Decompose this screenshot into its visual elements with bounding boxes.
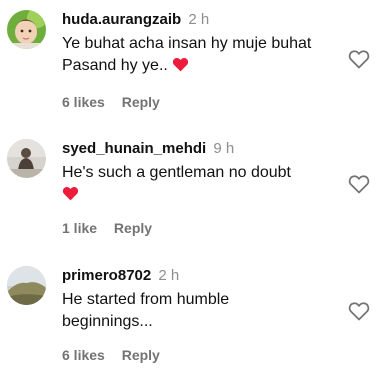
like-button[interactable] (348, 174, 370, 194)
reply-button[interactable]: Reply (122, 346, 160, 364)
red-heart-emoji (173, 57, 189, 72)
comment-text: He's such a gentleman no doubt (62, 162, 332, 206)
like-button[interactable] (348, 301, 370, 321)
timestamp: 2 h (158, 267, 180, 284)
comment-body: He started from humble beginnings... (62, 291, 230, 330)
heart-outline-icon (348, 175, 370, 194)
avatar[interactable] (7, 10, 46, 49)
username[interactable]: syed_hunain_mehdi (62, 140, 206, 157)
comment-header: huda.aurangzaib 2 h (62, 10, 209, 30)
comment-meta: 6 likes Reply (62, 93, 160, 111)
red-heart-emoji (62, 186, 79, 201)
timestamp: 2 h (188, 11, 210, 28)
reply-button[interactable]: Reply (114, 219, 152, 237)
comment-body: He's such a gentleman no doubt (62, 164, 291, 181)
comment-header: syed_hunain_mehdi 9 h (62, 139, 234, 159)
username[interactable]: primero8702 (62, 267, 151, 284)
like-button[interactable] (348, 49, 370, 69)
comment-text: Ye buhat acha insan hy muje buhat Pasand… (62, 33, 332, 77)
likes-count[interactable]: 1 like (62, 219, 97, 237)
comment-item: huda.aurangzaib 2 h Ye buhat acha insan … (0, 10, 383, 114)
heart-outline-icon (348, 50, 370, 69)
comment-meta: 6 likes Reply (62, 346, 160, 364)
avatar[interactable] (7, 139, 46, 178)
likes-count[interactable]: 6 likes (62, 93, 105, 111)
username[interactable]: huda.aurangzaib (62, 11, 181, 28)
timestamp: 9 h (213, 140, 235, 157)
comment-item: primero8702 2 h He started from humble b… (0, 266, 383, 366)
comment-item: syed_hunain_mehdi 9 h He's such a gentle… (0, 139, 383, 239)
heart-outline-icon (348, 302, 370, 321)
avatar[interactable] (7, 266, 46, 305)
likes-count[interactable]: 6 likes (62, 346, 105, 364)
comment-meta: 1 like Reply (62, 219, 152, 237)
reply-button[interactable]: Reply (122, 93, 160, 111)
comment-header: primero8702 2 h (62, 266, 179, 286)
comment-text: He started from humble beginnings... (62, 289, 292, 333)
